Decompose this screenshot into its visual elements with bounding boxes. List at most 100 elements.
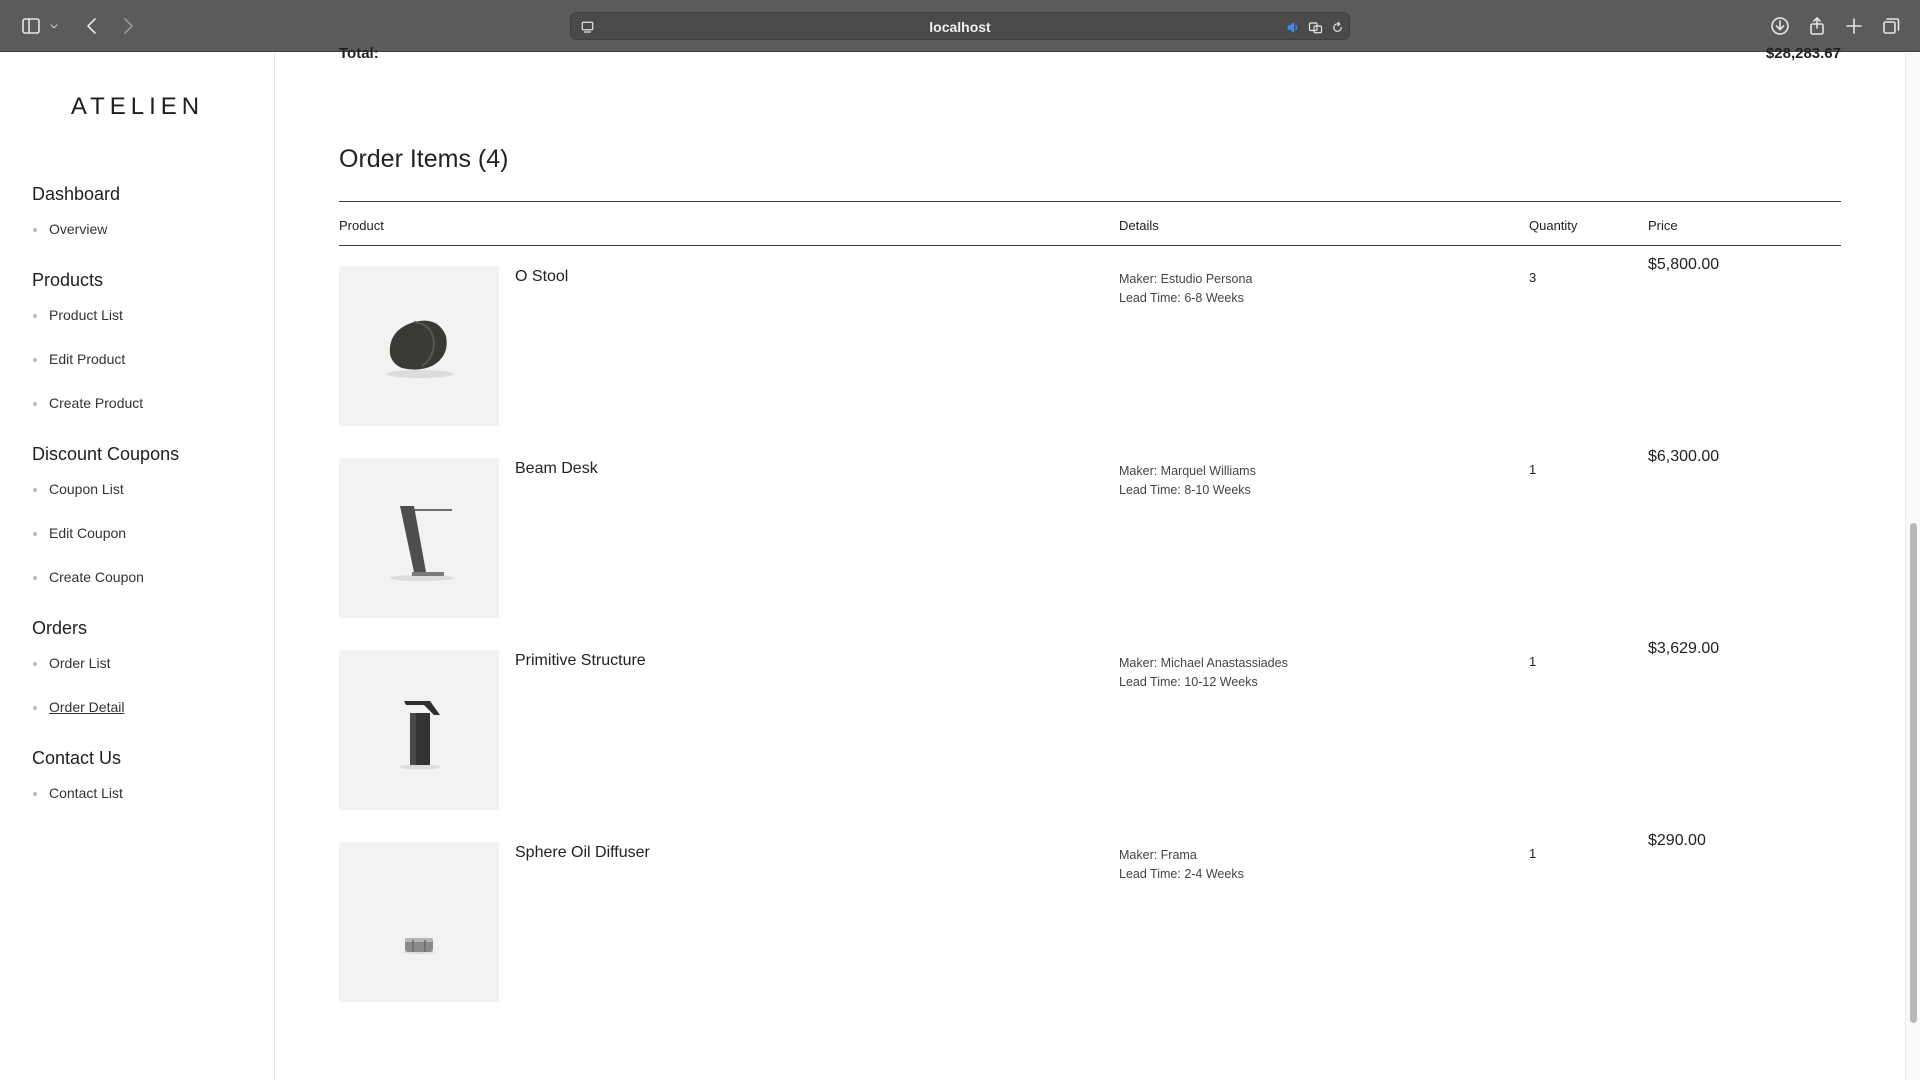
- order-items-table: Product Details Quantity Price O Stool M…: [339, 201, 1841, 1014]
- lead-time-text: Lead Time: 6-8 Weeks: [1119, 291, 1244, 305]
- bullet-icon: [33, 706, 37, 710]
- address-bar[interactable]: localhost: [570, 12, 1350, 40]
- table-row: O Stool Maker: Estudio Persona Lead Time…: [339, 246, 1841, 438]
- sidebar-item-edit-product[interactable]: Edit Product: [33, 351, 126, 367]
- nav-section-title: Dashboard: [32, 184, 121, 204]
- sidebar-item-label: Coupon List: [49, 481, 124, 497]
- lead-time-text: Lead Time: 10-12 Weeks: [1119, 675, 1258, 689]
- price-value: $5,800.00: [1648, 256, 1720, 273]
- nav-section-title: Products: [32, 270, 104, 290]
- total-label: Total:: [339, 45, 379, 62]
- sidebar-item-order-detail[interactable]: Order Detail: [33, 699, 125, 715]
- nav-section-orders: Orders: [32, 618, 87, 639]
- order-total-row: Total: $28,283.67: [339, 45, 1841, 62]
- product-thumbnail-primitive-structure[interactable]: [339, 650, 499, 810]
- sidebar-item-overview[interactable]: Overview: [33, 221, 108, 237]
- product-name[interactable]: Beam Desk: [515, 460, 598, 478]
- forward-icon[interactable]: [116, 14, 140, 38]
- table-row: Primitive Structure Maker: Michael Anast…: [339, 630, 1841, 822]
- table-row: Beam Desk Maker: Marquel Williams Lead T…: [339, 438, 1841, 630]
- nav-section-dashboard: Dashboard: [32, 184, 120, 205]
- product-name[interactable]: O Stool: [515, 268, 568, 286]
- back-icon[interactable]: [80, 14, 104, 38]
- price-value: $290.00: [1648, 832, 1706, 849]
- sidebar-item-contact-list[interactable]: Contact List: [33, 785, 123, 801]
- sidebar-item-edit-coupon[interactable]: Edit Coupon: [33, 525, 127, 541]
- page-scrollbar[interactable]: [1905, 53, 1920, 1080]
- sidebar-item-label: Create Coupon: [49, 569, 144, 585]
- translate-icon[interactable]: [1305, 17, 1325, 37]
- bullet-icon: [33, 532, 37, 536]
- sidebar-item-label: Overview: [49, 221, 108, 237]
- product-details: Maker: Frama Lead Time: 2-4 Weeks: [1119, 846, 1244, 884]
- quantity-value: 3: [1529, 270, 1537, 285]
- sidebar-item-label: Create Product: [49, 395, 144, 411]
- sidebar-item-label: Product List: [49, 307, 123, 323]
- product-thumbnail-sphere-oil-diffuser[interactable]: [339, 842, 499, 1002]
- quantity-value: 1: [1529, 462, 1537, 477]
- product-thumbnail-beam-desk[interactable]: [339, 458, 499, 618]
- nav-section-products: Products: [32, 270, 103, 291]
- reload-icon[interactable]: [1327, 17, 1347, 37]
- chevron-down-icon[interactable]: [47, 14, 61, 38]
- price-value: $3,629.00: [1648, 640, 1720, 657]
- sidebar-item-label: Edit Coupon: [49, 525, 127, 541]
- bullet-icon: [33, 358, 37, 362]
- total-value: $28,283.67: [1765, 45, 1841, 62]
- nav-section-contact-us: Contact Us: [32, 748, 121, 769]
- product-name[interactable]: Sphere Oil Diffuser: [515, 844, 650, 862]
- audio-icon[interactable]: [1283, 17, 1303, 37]
- admin-sidebar: ATELIEN Dashboard Overview Products Prod…: [0, 53, 275, 1080]
- product-details: Maker: Marquel Williams Lead Time: 8-10 …: [1119, 462, 1256, 500]
- product-name[interactable]: Primitive Structure: [515, 652, 646, 670]
- nav-section-title: Orders: [32, 618, 88, 638]
- share-icon[interactable]: [1805, 14, 1829, 38]
- nav-section-discount-coupons: Discount Coupons: [32, 444, 179, 465]
- sidebar-toggle-icon[interactable]: [19, 14, 43, 38]
- sidebar-item-coupon-list[interactable]: Coupon List: [33, 481, 124, 497]
- lead-time-text: Lead Time: 8-10 Weeks: [1119, 483, 1251, 497]
- product-details: Maker: Michael Anastassiades Lead Time: …: [1119, 654, 1288, 692]
- order-items-title: Order Items (4): [339, 145, 509, 173]
- maker-text: Maker: Marquel Williams: [1119, 464, 1256, 478]
- product-details: Maker: Estudio Persona Lead Time: 6-8 We…: [1119, 270, 1252, 308]
- column-header-quantity: Quantity: [1529, 218, 1578, 233]
- sidebar-item-label: Edit Product: [49, 351, 126, 367]
- download-icon[interactable]: [1768, 14, 1792, 38]
- maker-text: Maker: Estudio Persona: [1119, 272, 1253, 286]
- quantity-value: 1: [1529, 846, 1537, 861]
- bullet-icon: [33, 576, 37, 580]
- bullet-icon: [33, 402, 37, 406]
- url-text[interactable]: localhost: [571, 19, 1349, 35]
- maker-text: Maker: Frama: [1119, 848, 1197, 862]
- brand-logo[interactable]: ATELIEN: [0, 93, 275, 121]
- quantity-value: 1: [1529, 654, 1537, 669]
- scrollbar-thumb[interactable]: [1910, 523, 1917, 1023]
- sidebar-item-create-coupon[interactable]: Create Coupon: [33, 569, 144, 585]
- bullet-icon: [33, 228, 37, 232]
- sidebar-item-order-list[interactable]: Order List: [33, 655, 111, 671]
- table-row: Sphere Oil Diffuser Maker: Frama Lead Ti…: [339, 822, 1841, 1014]
- bullet-icon: [33, 314, 37, 318]
- bullet-icon: [33, 662, 37, 666]
- sidebar-item-label: Contact List: [49, 785, 123, 801]
- tab-overview-icon[interactable]: [1879, 14, 1903, 38]
- sidebar-item-label: Order Detail: [49, 699, 125, 715]
- order-detail-content: Total: $28,283.67 Order Items (4) Produc…: [275, 45, 1905, 1080]
- price-value: $6,300.00: [1648, 448, 1720, 465]
- column-header-details: Details: [1119, 218, 1159, 233]
- sidebar-item-product-list[interactable]: Product List: [33, 307, 123, 323]
- nav-section-title: Discount Coupons: [32, 444, 180, 464]
- column-header-price: Price: [1648, 218, 1678, 233]
- nav-section-title: Contact Us: [32, 748, 122, 768]
- new-tab-icon[interactable]: [1842, 14, 1866, 38]
- sidebar-item-create-product[interactable]: Create Product: [33, 395, 144, 411]
- column-header-product: Product: [339, 218, 384, 233]
- sidebar-item-label: Order List: [49, 655, 111, 671]
- bullet-icon: [33, 792, 37, 796]
- lead-time-text: Lead Time: 2-4 Weeks: [1119, 867, 1244, 881]
- product-thumbnail-o-stool[interactable]: [339, 266, 499, 426]
- table-header: Product Details Quantity Price: [339, 201, 1841, 246]
- maker-text: Maker: Michael Anastassiades: [1119, 656, 1288, 670]
- bullet-icon: [33, 488, 37, 492]
